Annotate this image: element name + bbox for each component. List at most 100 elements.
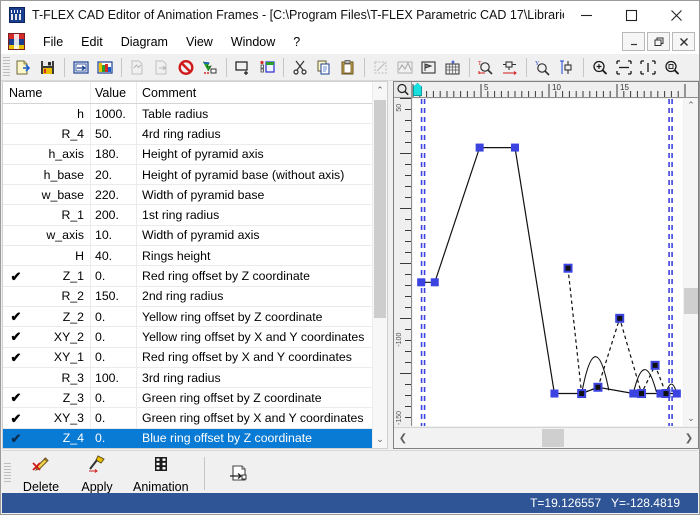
chart-horizontal-scrollbar[interactable]: ❮ ❯ (394, 427, 698, 448)
flag-icon[interactable] (417, 56, 441, 79)
table-row[interactable]: ✔ Z_3 0. Green ring offset by Z coordinate (3, 388, 374, 409)
cell-value[interactable]: 0. (91, 408, 137, 428)
cell-name[interactable]: H (29, 246, 91, 266)
table-row[interactable]: ✔ XY_1 0. Red ring offset by X and Y coordi… (3, 347, 374, 368)
cell-value[interactable]: 40. (91, 246, 137, 266)
chart-key-point-marker[interactable] (430, 278, 439, 287)
maximize-button[interactable] (609, 1, 654, 29)
cell-name[interactable]: Z_4 (29, 428, 91, 448)
zoom-y-icon[interactable]: Y (531, 56, 555, 79)
copy-frame-icon[interactable] (126, 56, 150, 79)
scroll-up-arrow[interactable]: ⌃ (373, 82, 387, 99)
cell-value[interactable]: 10. (91, 225, 137, 246)
row-checkmark-icon[interactable]: ✔ (3, 310, 29, 323)
cell-value[interactable]: 0. (91, 266, 137, 286)
scroll-down-arrow[interactable]: ⌄ (373, 431, 387, 448)
zoom-icon[interactable] (394, 82, 412, 98)
chart-scroll-down-arrow[interactable]: ⌄ (684, 411, 698, 426)
cell-name[interactable]: Z_1 (29, 266, 91, 286)
chart-scroll-left-arrow[interactable]: ❮ (394, 428, 412, 448)
cell-comment[interactable]: Red ring offset by Z coordinate (137, 269, 374, 283)
chart-key-point-marker[interactable] (593, 382, 603, 392)
grid-icon[interactable] (441, 56, 465, 79)
cell-comment[interactable]: Table radius (137, 107, 374, 121)
cell-value[interactable]: 20. (91, 164, 137, 185)
apply-button[interactable]: Apply (69, 452, 125, 495)
cell-name[interactable]: h_base (29, 164, 91, 185)
cell-value[interactable]: 220. (91, 185, 137, 205)
chart-key-point-marker[interactable] (577, 389, 587, 399)
fit-all-icon[interactable] (636, 56, 660, 79)
diagram-colors-icon[interactable] (93, 56, 117, 79)
cell-value[interactable]: 0. (91, 388, 137, 408)
chart-key-point-marker[interactable] (563, 263, 573, 273)
cut-icon[interactable] (288, 56, 312, 79)
minimize-button[interactable] (564, 1, 609, 29)
menu-item-help[interactable]: ? (284, 32, 309, 52)
delete-button[interactable]: Delete (13, 452, 69, 495)
chart-scroll-up-arrow[interactable]: ⌃ (684, 98, 698, 113)
commandbar-grip[interactable] (4, 462, 11, 484)
table-row[interactable]: ✔ Z_1 0. Red ring offset by Z coordinate (3, 266, 374, 287)
row-checkmark-icon[interactable]: ✔ (3, 432, 29, 445)
chart-key-point-marker[interactable] (672, 389, 681, 398)
wave-icon[interactable] (393, 56, 417, 79)
menu-item-view[interactable]: View (177, 32, 222, 52)
row-checkmark-icon[interactable]: ✔ (3, 270, 29, 283)
chart-plot-area[interactable] (413, 99, 683, 426)
cell-name[interactable]: Z_2 (29, 306, 91, 327)
cell-name[interactable]: R_3 (29, 367, 91, 388)
forbid-icon[interactable] (174, 56, 198, 79)
measure-icon[interactable] (555, 56, 579, 79)
cell-comment[interactable]: Width of pyramid axis (137, 228, 374, 242)
vertical-ruler[interactable]: 50 -100 -150 (394, 98, 412, 426)
chart-key-point-marker[interactable] (550, 389, 559, 398)
new-document-icon[interactable] (12, 56, 36, 79)
cell-name[interactable]: XY_1 (29, 347, 91, 367)
zoom-axis-icon[interactable] (498, 56, 522, 79)
cell-name[interactable]: R_1 (29, 205, 91, 225)
chart-key-point-marker[interactable] (511, 143, 519, 152)
scrollbar-thumb[interactable] (374, 100, 386, 318)
cell-comment[interactable]: Yellow ring offset by Z coordinate (137, 310, 374, 324)
mdi-restore-button[interactable] (647, 32, 670, 51)
cell-comment[interactable]: Width of pyramid base (137, 188, 374, 202)
close-button[interactable] (654, 1, 699, 29)
cell-name[interactable]: h (29, 104, 91, 124)
cell-name[interactable]: w_base (29, 185, 91, 205)
cell-value[interactable]: 180. (91, 144, 137, 164)
cell-value[interactable]: 0. (91, 347, 137, 367)
menu-item-window[interactable]: Window (222, 32, 284, 52)
row-checkmark-icon[interactable]: ✔ (3, 391, 29, 404)
cell-name[interactable]: XY_3 (29, 408, 91, 428)
table-row[interactable]: ✔ XY_3 0. Green ring offset by X and Y coor… (3, 408, 374, 429)
cell-comment[interactable]: Height of pyramid base (without axis) (137, 168, 374, 182)
chart-key-point-marker[interactable] (629, 389, 638, 398)
properties-icon[interactable] (255, 56, 279, 79)
menu-item-edit[interactable]: Edit (72, 32, 112, 52)
chart-vertical-scrollbar[interactable]: ⌃ ⌄ (684, 98, 698, 426)
paste-icon[interactable] (336, 56, 360, 79)
insert-frame-icon[interactable] (69, 56, 93, 79)
create-rectangle-icon[interactable] (231, 56, 255, 79)
column-header-comment[interactable]: Comment (137, 86, 374, 100)
row-checkmark-icon[interactable]: ✔ (3, 351, 29, 364)
cell-value[interactable]: 150. (91, 286, 137, 306)
table-vertical-scrollbar[interactable]: ⌃ ⌄ (372, 82, 387, 448)
table-row[interactable]: ✔ XY_2 0. Yellow ring offset by X and Y coo… (3, 327, 374, 348)
save-icon[interactable] (36, 56, 60, 79)
cell-comment[interactable]: Red ring offset by X and Y coordinates (137, 350, 374, 364)
chart-key-point-marker[interactable] (615, 313, 625, 323)
export-frames-icon[interactable] (212, 452, 268, 495)
mdi-close-button[interactable] (672, 32, 695, 51)
table-row[interactable]: h 1000. Table radius (3, 104, 374, 125)
horizontal-ruler[interactable]: 5 10 15 (412, 82, 698, 98)
apply-changes-icon[interactable] (198, 56, 222, 79)
cell-value[interactable]: 200. (91, 205, 137, 225)
table-row[interactable]: H 40. Rings height (3, 246, 374, 267)
cell-comment[interactable]: Yellow ring offset by X and Y coordinate… (137, 330, 374, 344)
cell-comment[interactable]: 1st ring radius (137, 208, 374, 222)
column-header-value[interactable]: Value (91, 82, 137, 103)
cell-comment[interactable]: Green ring offset by Z coordinate (137, 391, 374, 405)
cell-name[interactable]: w_axis (29, 225, 91, 246)
